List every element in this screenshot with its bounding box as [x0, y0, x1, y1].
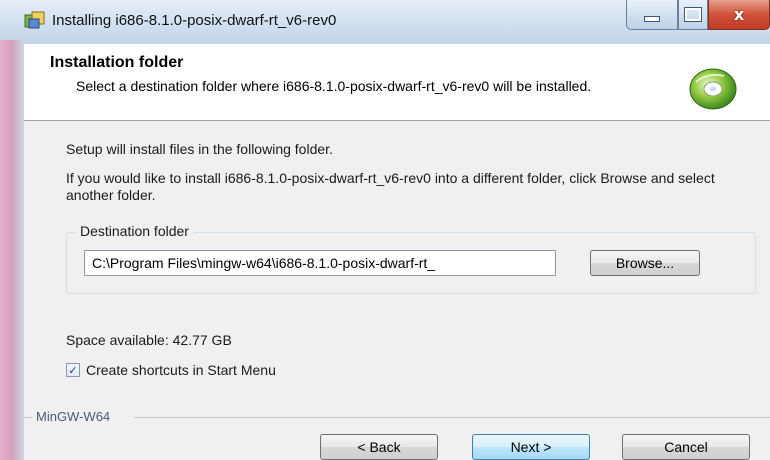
minimize-button[interactable] [626, 0, 678, 30]
installer-window: Installing i686-8.1.0-posix-dwarf-rt_v6-… [0, 0, 770, 460]
maximize-icon [684, 7, 702, 22]
next-button[interactable]: Next > [472, 434, 590, 460]
destination-folder-label: Destination folder [76, 223, 193, 239]
page-subtitle: Select a destination folder where i686-8… [76, 78, 592, 94]
cancel-button[interactable]: Cancel [622, 434, 750, 460]
space-available-text: Space available: 42.77 GB [66, 332, 232, 348]
divider [134, 417, 770, 418]
minimize-icon [644, 15, 660, 22]
close-icon: x [733, 5, 745, 24]
window-title: Installing i686-8.1.0-posix-dwarf-rt_v6-… [52, 12, 337, 29]
maximize-button[interactable] [678, 0, 708, 30]
close-button[interactable]: x [708, 0, 770, 30]
installer-icon [24, 11, 45, 29]
browse-button[interactable]: Browse... [590, 250, 700, 276]
wizard-header: Installation folder Select a destination… [24, 44, 770, 121]
page-title: Installation folder [50, 54, 184, 71]
back-button[interactable]: < Back [320, 434, 438, 460]
checkmark-icon: ✓ [68, 363, 78, 377]
shortcut-checkbox[interactable]: ✓ [66, 363, 80, 377]
info-text: Setup will install files in the followin… [66, 141, 333, 157]
window-border-left [0, 40, 24, 460]
dialog-client-area: Installation folder Select a destination… [24, 44, 770, 460]
divider [24, 417, 32, 418]
instructions-text: If you would like to install i686-8.1.0-… [66, 170, 715, 203]
shortcut-option[interactable]: ✓ Create shortcuts in Start Menu [66, 360, 276, 380]
shortcut-label: Create shortcuts in Start Menu [86, 362, 276, 378]
title-bar[interactable]: Installing i686-8.1.0-posix-dwarf-rt_v6-… [0, 0, 770, 44]
brand-label: MinGW-W64 [36, 409, 111, 424]
cd-disc-icon [689, 68, 737, 110]
destination-path-input[interactable] [84, 250, 556, 276]
